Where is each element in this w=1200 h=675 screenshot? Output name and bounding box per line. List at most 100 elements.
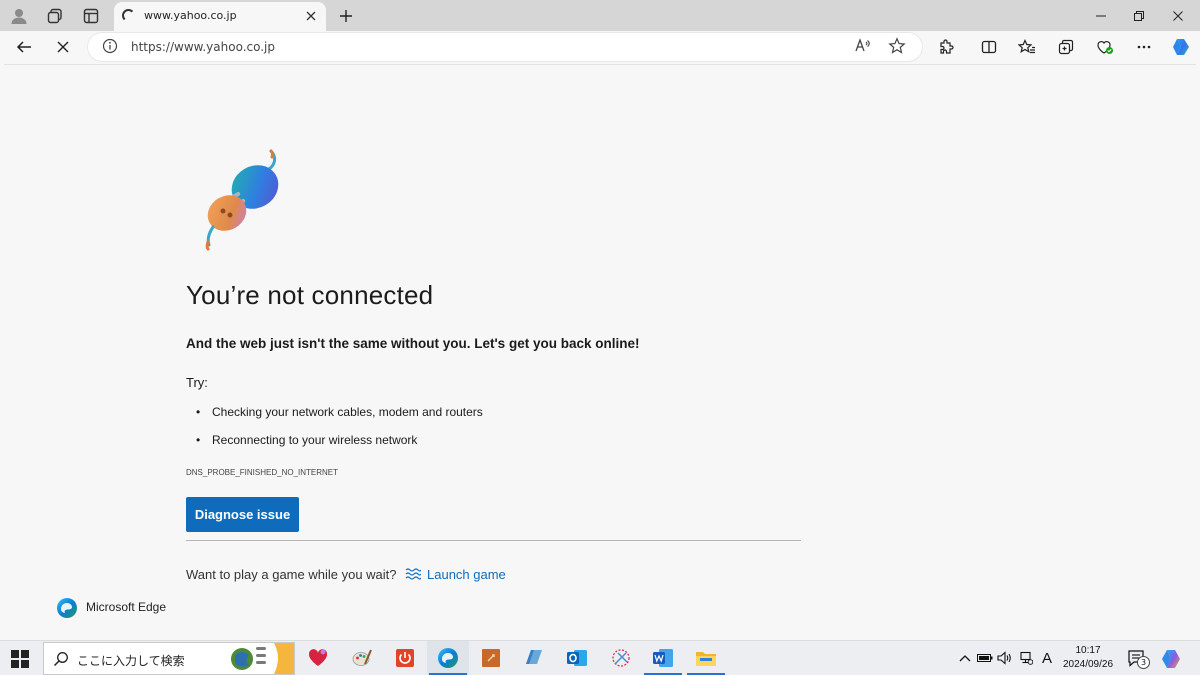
suggestion-item: • Checking your network cables, modem and… <box>196 405 483 419</box>
close-icon <box>1173 10 1183 21</box>
plus-icon <box>340 10 352 22</box>
copilot-taskbar-icon[interactable] <box>1160 648 1182 670</box>
extensions-icon <box>940 39 954 54</box>
window-close-button[interactable] <box>1156 0 1200 31</box>
taskbar-app-blue-tile[interactable] <box>513 641 555 675</box>
volume-control[interactable] <box>997 649 1013 667</box>
minimize-icon <box>1096 15 1106 16</box>
copilot-button[interactable] <box>1167 33 1195 61</box>
favorites-icon <box>1018 39 1035 54</box>
tab-title: www.yahoo.co.jp <box>144 9 237 22</box>
surf-game-icon <box>405 568 421 580</box>
edge-logo-icon <box>57 598 77 618</box>
vertical-tabs-button[interactable] <box>77 4 105 28</box>
network-disconnected-icon <box>1020 651 1033 665</box>
orange-app-icon <box>482 649 500 667</box>
site-info-button[interactable] <box>102 38 118 58</box>
back-arrow-icon <box>16 41 31 53</box>
vertical-tabs-icon <box>83 8 99 24</box>
active-tab[interactable]: www.yahoo.co.jp <box>114 2 326 31</box>
tab-close-button[interactable] <box>302 6 320 26</box>
suggestion-text: Checking your network cables, modem and … <box>212 405 483 419</box>
edge-app-icon <box>438 648 458 668</box>
browser-essentials-button[interactable] <box>1091 33 1119 61</box>
chevron-up-icon <box>959 655 971 662</box>
taskbar-app-file-explorer[interactable] <box>685 641 727 675</box>
workspaces-button[interactable] <box>41 4 69 28</box>
loading-spinner-icon <box>122 9 135 22</box>
paint-app-icon <box>352 649 372 666</box>
more-button[interactable] <box>1130 33 1158 61</box>
browser-essentials-icon <box>1097 41 1113 54</box>
clock-date: 2024/09/26 <box>1062 659 1114 670</box>
read-aloud-button[interactable] <box>854 37 872 59</box>
collections-icon <box>1058 39 1074 55</box>
read-aloud-icon <box>855 38 870 52</box>
suggestion-item: • Reconnecting to your wireless network <box>196 433 417 447</box>
bullet-dot: • <box>196 405 201 419</box>
ime-indicator[interactable]: A <box>1039 649 1055 667</box>
more-icon <box>1137 45 1151 49</box>
battery-icon <box>977 654 993 662</box>
address-url[interactable]: https://www.yahoo.co.jp <box>131 40 275 54</box>
try-label: Try: <box>186 375 208 390</box>
disconnected-plug-illustration <box>205 149 279 251</box>
heart-app-icon <box>308 649 328 666</box>
game-prompt: Want to play a game while you wait? <box>186 567 397 582</box>
add-favorite-button[interactable] <box>888 37 906 59</box>
notification-count-badge: 3 <box>1137 656 1150 669</box>
taskbar-search-box[interactable]: ここに入力して検索 <box>43 642 295 675</box>
page-title: You’re not connected <box>186 280 434 310</box>
close-icon <box>306 11 316 21</box>
divider <box>186 540 801 541</box>
tab-strip: www.yahoo.co.jp <box>0 0 1200 31</box>
back-button[interactable] <box>10 33 38 61</box>
search-icon <box>53 652 68 667</box>
stop-button[interactable] <box>49 33 77 61</box>
taskbar-clock[interactable]: 10:17 2024/09/26 <box>1058 644 1118 672</box>
profile-icon <box>11 9 27 24</box>
split-screen-icon <box>981 40 997 54</box>
blue-tile-app-icon <box>526 650 542 664</box>
network-status[interactable] <box>1018 649 1034 667</box>
launch-game-link[interactable]: Launch game <box>427 567 506 582</box>
split-screen-button[interactable] <box>975 33 1003 61</box>
restore-icon <box>1134 10 1144 21</box>
stop-loading-icon <box>57 41 69 53</box>
site-info-icon <box>102 38 118 54</box>
tray-overflow-button[interactable] <box>957 649 973 667</box>
word-app-icon <box>653 649 673 667</box>
extensions-button[interactable] <box>932 33 960 61</box>
brand-name: Microsoft Edge <box>86 600 167 614</box>
favorite-star-icon <box>888 37 906 54</box>
suggestion-text: Reconnecting to your wireless network <box>212 433 418 447</box>
windows-start-icon[interactable] <box>10 649 30 669</box>
taskbar-app-word[interactable] <box>642 641 684 675</box>
search-placeholder: ここに入力して検索 <box>77 654 185 668</box>
taskbar-app-red-heart[interactable] <box>297 641 339 675</box>
taskbar-app-snipping[interactable] <box>600 641 642 675</box>
clock-time: 10:17 <box>1075 645 1101 656</box>
power-app-icon <box>396 649 414 667</box>
address-bar[interactable]: https://www.yahoo.co.jp <box>88 33 922 61</box>
taskbar-app-edge[interactable] <box>427 641 469 675</box>
taskbar-app-outlook[interactable] <box>556 641 598 675</box>
browser-toolbar: https://www.yahoo.co.jp <box>0 31 1200 62</box>
profile-button[interactable] <box>5 4 33 28</box>
bullet-dot: • <box>196 433 201 447</box>
page-subtitle: And the web just isn't the same without … <box>186 336 640 351</box>
speaker-icon <box>997 651 1011 665</box>
taskbar-app-orange[interactable] <box>470 641 512 675</box>
snipping-tool-icon <box>612 649 630 667</box>
favorites-button[interactable] <box>1013 33 1041 61</box>
collections-button[interactable] <box>1052 33 1080 61</box>
battery-status[interactable] <box>977 649 993 667</box>
workspaces-icon <box>47 8 62 24</box>
taskbar-app-paint[interactable] <box>341 641 383 675</box>
windows-taskbar: ここに入力して検索 A 10:17 2024/09/26 <box>0 640 1200 675</box>
diagnose-issue-button[interactable]: Diagnose issue <box>186 497 299 532</box>
restore-button[interactable] <box>1117 0 1161 31</box>
copilot-icon <box>1173 39 1189 55</box>
new-tab-button[interactable] <box>334 4 358 28</box>
taskbar-app-power-red[interactable] <box>384 641 426 675</box>
